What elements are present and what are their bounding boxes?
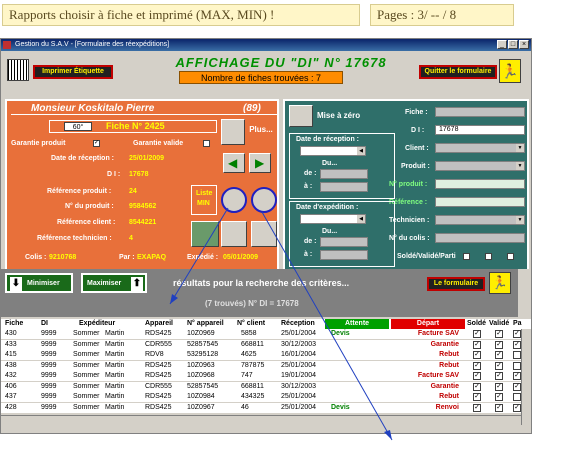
arrow-head-1 — [170, 294, 178, 304]
arrow-head-2 — [384, 430, 392, 440]
annotation-arrows — [169, 207, 393, 441]
arrow-line-1 — [169, 207, 229, 305]
arrow-line-2 — [261, 211, 393, 441]
